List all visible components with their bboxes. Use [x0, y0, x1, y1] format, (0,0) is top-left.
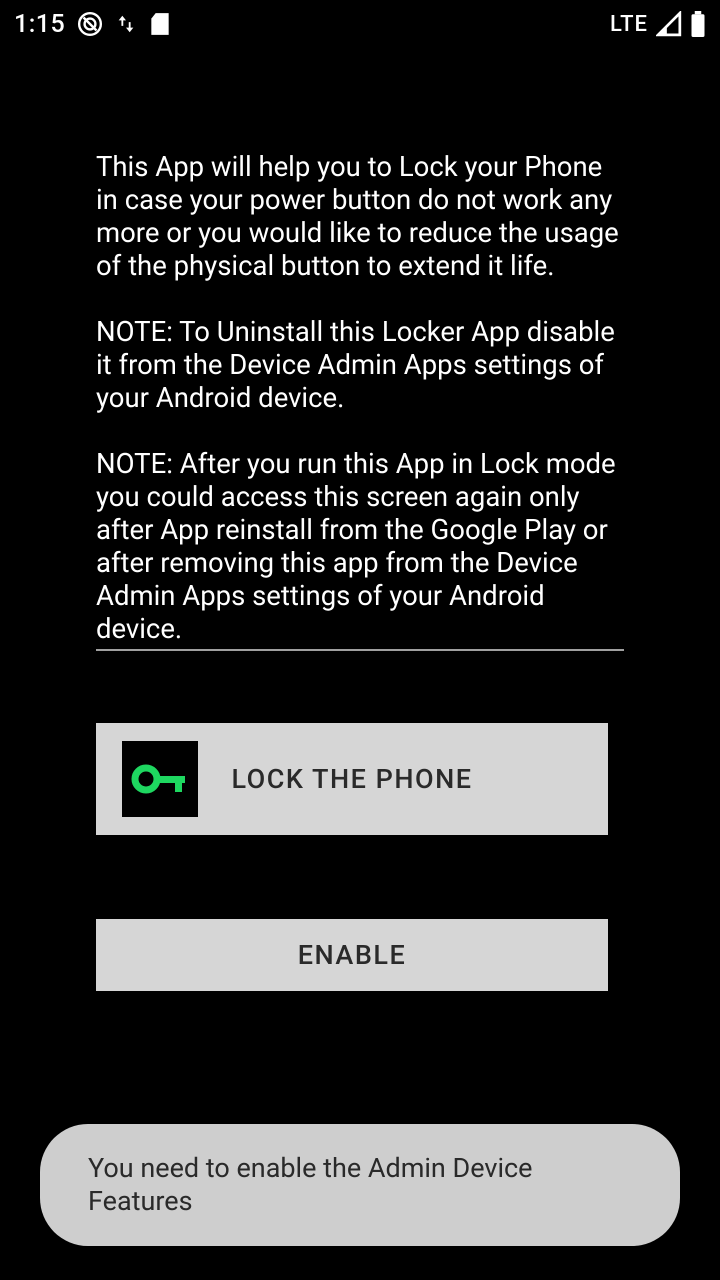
status-time: 1:15 — [14, 10, 65, 39]
lock-phone-button[interactable]: LOCK THE PHONE — [96, 723, 608, 835]
enable-button-label: ENABLE — [298, 939, 406, 971]
lock-button-label: LOCK THE PHONE — [231, 763, 472, 795]
key-icon — [122, 741, 198, 817]
network-label: LTE — [610, 12, 648, 37]
app-description: This App will help you to Lock your Phon… — [96, 150, 624, 651]
data-transfer-icon — [115, 13, 137, 35]
toast-message: You need to enable the Admin Device Feat… — [40, 1124, 680, 1246]
enable-button[interactable]: ENABLE — [96, 919, 608, 991]
status-right: LTE — [610, 11, 706, 37]
status-bar: 1:15 LTE — [0, 0, 720, 48]
signal-icon — [656, 11, 682, 37]
main-content: This App will help you to Lock your Phon… — [0, 48, 720, 991]
status-left: 1:15 — [14, 10, 171, 39]
do-not-disturb-icon — [77, 11, 103, 37]
toast-text: You need to enable the Admin Device Feat… — [88, 1152, 533, 1217]
sd-card-icon — [149, 11, 171, 37]
button-container: LOCK THE PHONE ENABLE — [96, 723, 624, 991]
battery-icon — [690, 11, 706, 37]
